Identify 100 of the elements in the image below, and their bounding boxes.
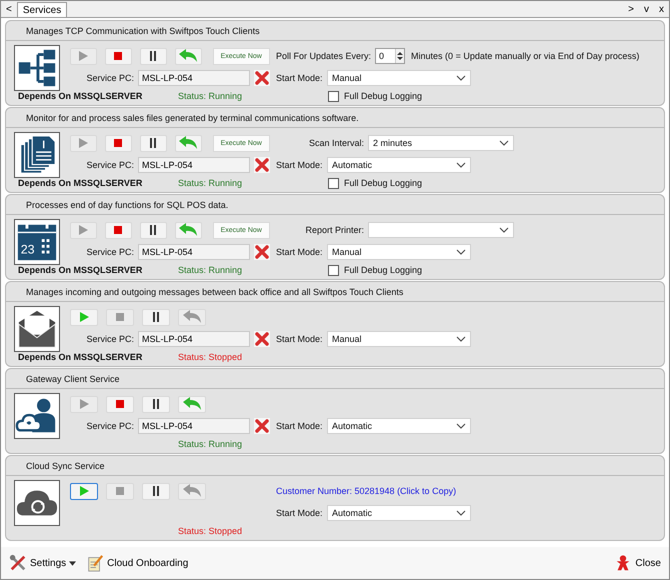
- debug-logging-checkbox[interactable]: Full Debug Logging: [328, 264, 422, 276]
- option-label: Poll For Updates Every:: [276, 51, 372, 61]
- tab-control-button[interactable]: x: [654, 2, 669, 17]
- restart-button[interactable]: [174, 222, 202, 238]
- delete-icon[interactable]: [254, 70, 270, 86]
- depends-on-label: Depends On MSSQLSERVER: [18, 91, 144, 101]
- stop-icon: [112, 50, 124, 62]
- status-label: Status: Stopped: [178, 352, 244, 362]
- tab-control-button[interactable]: v: [639, 2, 654, 17]
- tab-control-button[interactable]: >: [623, 2, 639, 17]
- scroll-left-button[interactable]: <: [1, 2, 17, 17]
- restart-button[interactable]: [178, 482, 206, 500]
- field-label: Service PC:: [85, 334, 134, 344]
- service-pc-field[interactable]: MSL-LP-054: [138, 418, 250, 434]
- play-button[interactable]: [70, 482, 98, 500]
- service-description: Monitor for and process sales files generated by terminal communications software.: [26, 112, 359, 122]
- stop-button[interactable]: [106, 482, 134, 500]
- restart-button[interactable]: [178, 308, 206, 326]
- restart-button[interactable]: [174, 48, 202, 64]
- field-label: Service PC:: [85, 247, 134, 257]
- service-pc-field[interactable]: MSL-LP-054: [138, 70, 250, 86]
- service-description: Manages TCP Communication with Swiftpos Touch Clients: [26, 26, 260, 36]
- stop-icon: [112, 137, 124, 149]
- cloud-onboarding-button[interactable]: Cloud Onboarding: [84, 552, 190, 574]
- field-label: Service PC:: [85, 73, 134, 83]
- depends-on-label: Depends On MSSQLSERVER: [18, 352, 144, 362]
- chevron-down-icon: [456, 336, 466, 342]
- stop-button[interactable]: [106, 396, 134, 412]
- service-pc-field[interactable]: MSL-LP-054: [138, 331, 250, 347]
- stop-icon: [114, 311, 126, 323]
- start-mode-label: Start Mode:: [276, 421, 323, 431]
- stop-button[interactable]: [106, 308, 134, 326]
- undo-arrow-icon: [182, 397, 202, 411]
- customer-number-link[interactable]: Customer Number: 50281948 (Click to Copy): [276, 486, 456, 496]
- service-icon: [14, 132, 60, 178]
- pause-button[interactable]: [142, 396, 170, 412]
- services-tab[interactable]: Services: [16, 2, 68, 17]
- pause-icon: [150, 485, 162, 497]
- delete-icon[interactable]: [254, 418, 270, 434]
- pause-button[interactable]: [142, 482, 170, 500]
- service-pc-field[interactable]: MSL-LP-054: [138, 157, 250, 173]
- pause-button[interactable]: [140, 222, 167, 238]
- depends-on-label: Depends On MSSQLSERVER: [18, 265, 144, 275]
- stop-button[interactable]: [104, 222, 132, 238]
- service-pc-field[interactable]: MSL-LP-054: [138, 244, 250, 260]
- caret-icon: [69, 560, 76, 566]
- option-dropdown[interactable]: 2 minutes: [368, 135, 514, 151]
- status-label: Status: Stopped: [178, 526, 244, 536]
- stop-button[interactable]: [104, 134, 132, 152]
- chevron-down-icon: [456, 423, 466, 429]
- notepad-pencil-icon: [86, 554, 104, 572]
- service-icon: 23: [14, 219, 60, 265]
- play-icon: [78, 398, 90, 410]
- option-label: Report Printer:: [304, 225, 364, 235]
- tools-icon: [9, 554, 27, 572]
- spinner-arrows-icon[interactable]: [396, 50, 404, 62]
- pause-button[interactable]: [142, 308, 170, 326]
- depends-on-label: Depends On MSSQLSERVER: [18, 178, 144, 188]
- start-mode-label: Start Mode:: [276, 160, 323, 170]
- start-mode-label: Start Mode:: [276, 247, 323, 257]
- start-mode-label: Start Mode:: [276, 73, 323, 83]
- pause-icon: [150, 398, 162, 410]
- pause-icon: [150, 311, 162, 323]
- pause-button[interactable]: [140, 48, 167, 64]
- play-icon: [78, 311, 90, 323]
- chevron-down-icon: [456, 162, 466, 168]
- chevron-down-icon: [456, 75, 466, 81]
- start-mode-dropdown[interactable]: Manual: [327, 331, 471, 347]
- play-icon: [77, 137, 90, 149]
- number-spinner[interactable]: 0: [375, 48, 406, 64]
- delete-icon[interactable]: [254, 331, 270, 347]
- service-description: Gateway Client Service: [26, 374, 120, 384]
- restart-button[interactable]: [178, 396, 206, 412]
- start-mode-label: Start Mode:: [276, 334, 323, 344]
- status-label: Status: Running: [178, 91, 244, 101]
- undo-arrow-icon: [182, 310, 202, 324]
- pause-button[interactable]: [140, 134, 167, 152]
- close-button[interactable]: Close: [612, 552, 663, 574]
- stop-icon: [114, 398, 126, 410]
- start-mode-dropdown[interactable]: Automatic: [327, 505, 471, 521]
- chevron-down-icon: [499, 227, 509, 233]
- undo-arrow-icon: [178, 136, 198, 150]
- start-mode-dropdown[interactable]: Manual: [327, 70, 471, 86]
- settings-button[interactable]: Settings: [7, 552, 78, 574]
- start-mode-dropdown[interactable]: Automatic: [327, 157, 471, 173]
- stop-icon: [112, 224, 124, 236]
- status-label: Status: Running: [178, 265, 244, 275]
- start-mode-dropdown[interactable]: Manual: [327, 244, 471, 260]
- start-mode-dropdown[interactable]: Automatic: [327, 418, 471, 434]
- debug-logging-checkbox[interactable]: Full Debug Logging: [328, 178, 422, 188]
- chevron-down-icon: [456, 249, 466, 255]
- stop-button[interactable]: [104, 48, 132, 64]
- service-icon: [14, 480, 60, 526]
- status-label: Status: Running: [178, 439, 244, 449]
- restart-button[interactable]: [174, 134, 202, 152]
- chevron-down-icon: [499, 140, 509, 146]
- delete-icon[interactable]: [254, 157, 270, 173]
- play-icon: [77, 224, 90, 236]
- debug-logging-checkbox[interactable]: Full Debug Logging: [328, 90, 422, 102]
- delete-icon[interactable]: [254, 244, 270, 260]
